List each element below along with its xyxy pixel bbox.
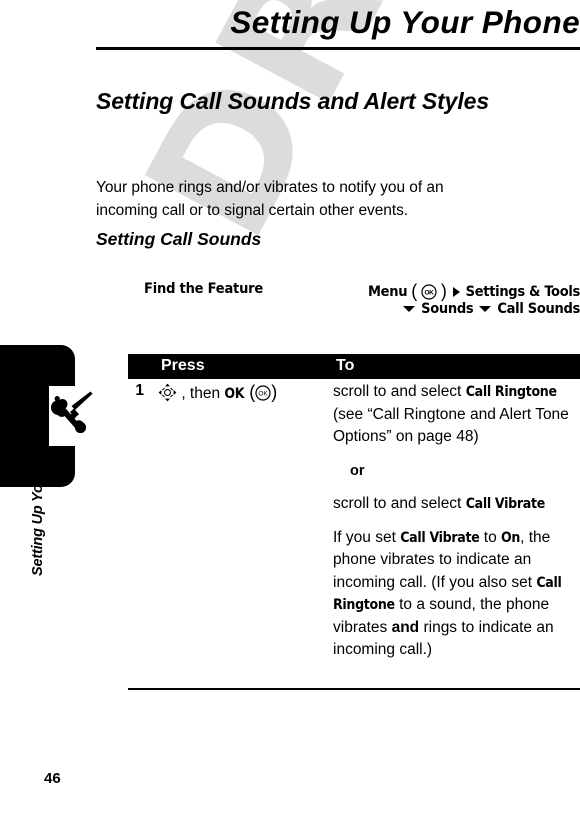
triangle-down-icon-2: [479, 306, 492, 312]
column-header-press: Press: [161, 357, 205, 374]
page-number: 46: [44, 770, 61, 787]
subsection-heading: Setting Call Sounds: [96, 229, 262, 249]
to-paragraph: If you set Call Vibrate to On, the phone…: [333, 527, 580, 662]
menu-path-line-1: Menu ( OK ) Settings & Tools: [368, 281, 580, 302]
to-paragraph: scroll to and select Call Ringtone (see …: [333, 381, 580, 449]
menu-label: Menu: [368, 283, 408, 300]
ok-key-icon: OK: [421, 283, 437, 300]
text-run: (see “Call Ringtone and Alert Tone Optio…: [333, 405, 569, 446]
menu-path-call-sounds: Call Sounds: [497, 301, 580, 317]
ui-term: Call Vibrate: [465, 496, 546, 512]
cell-to: scroll to and select Call Ringtone (see …: [333, 381, 580, 673]
ui-term: Call Ringtone: [465, 384, 557, 400]
text-run: scroll to and select: [333, 495, 466, 512]
cell-press: , then OK ( OK ): [158, 381, 323, 405]
emphasis: or: [350, 462, 365, 479]
ok-key-icon-2: OK: [255, 385, 271, 401]
svg-text:OK: OK: [424, 289, 434, 296]
navigation-key-icon: [158, 383, 181, 402]
press-text-separator: , then: [181, 385, 225, 402]
text-run: to: [479, 528, 502, 546]
to-paragraph-or: or: [333, 460, 580, 483]
column-header-to: To: [336, 357, 355, 374]
paren-close: ): [440, 281, 447, 301]
paren-open: (: [411, 281, 417, 301]
title-divider: [96, 47, 580, 50]
wrench-screwdriver-icon: [49, 386, 93, 446]
text-run: scroll to and select: [333, 383, 466, 400]
section-heading: Setting Call Sounds and Alert Styles: [96, 88, 490, 114]
step-number: 1: [135, 382, 144, 399]
menu-path-settings-tools: Settings & Tools: [465, 283, 580, 300]
emphasis: and: [391, 618, 420, 636]
table-row: 1 , then OK (OK) scroll to and select …: [128, 379, 580, 709]
page-title: Setting Up Your Phone: [230, 4, 580, 40]
ui-term: On: [501, 529, 521, 546]
procedure-table: Press To 1 , then OK (OK) scroll to an…: [128, 354, 580, 709]
find-the-feature-label: Find the Feature: [144, 281, 264, 297]
press-key-ok: OK: [224, 386, 245, 402]
menu-path-line-2: Sounds Call Sounds: [401, 301, 580, 317]
table-header-row: Press To: [128, 354, 580, 379]
ui-term: Call Vibrate: [400, 529, 480, 546]
triangle-down-icon: [403, 306, 416, 312]
paren-open-2: (: [244, 382, 256, 402]
intro-paragraph: Your phone rings and/or vibrates to noti…: [96, 179, 444, 219]
menu-path-sounds: Sounds: [421, 301, 474, 317]
svg-text:OK: OK: [259, 391, 269, 398]
triangle-right-icon: [452, 286, 460, 297]
to-paragraph: scroll to and select Call Vibrate: [333, 493, 580, 516]
paren-close-2: ): [271, 382, 278, 402]
table-bottom-divider: [128, 688, 580, 690]
page-body: Setting Up Your Phone Setting Call Sound…: [0, 0, 580, 820]
text-run: If you set: [333, 528, 401, 546]
